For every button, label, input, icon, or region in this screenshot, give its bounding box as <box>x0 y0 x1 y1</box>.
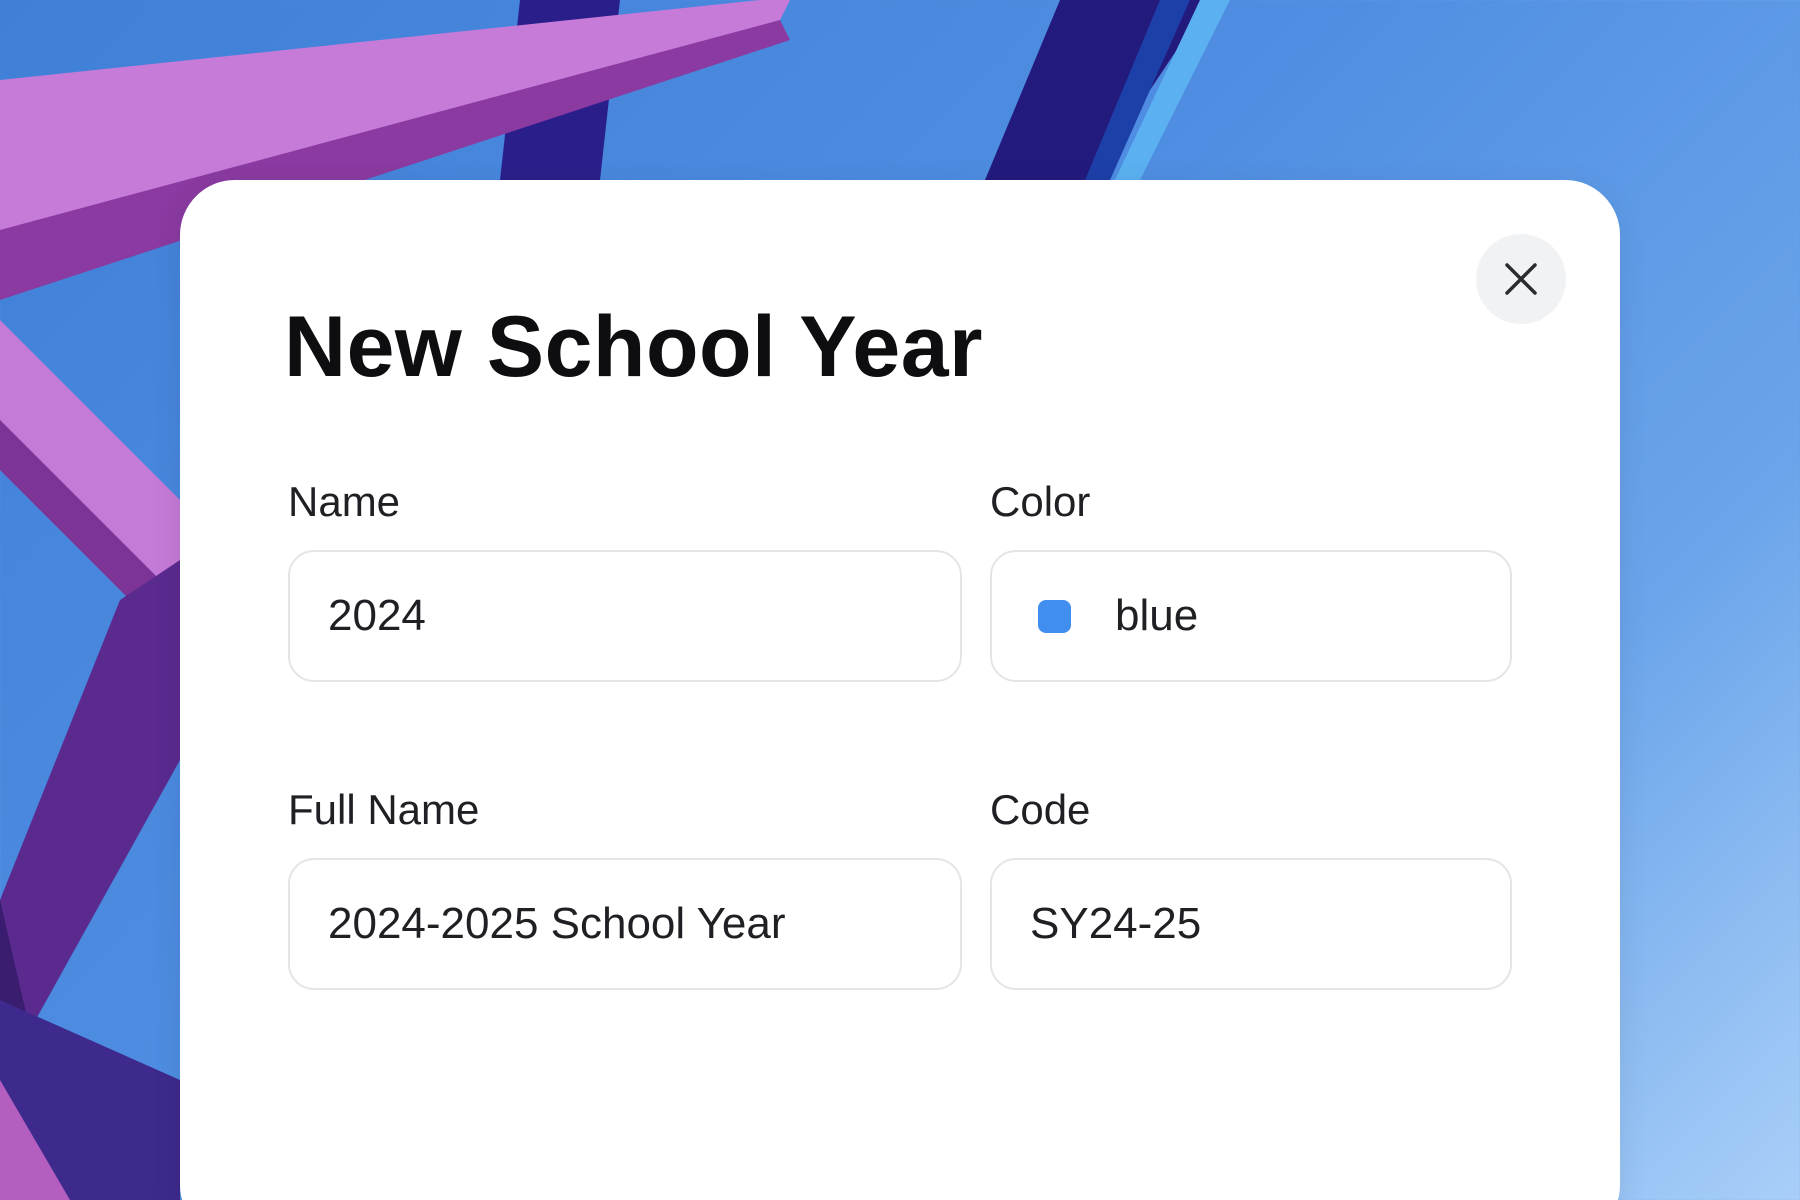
code-input[interactable]: SY24-25 <box>990 858 1512 990</box>
full-name-input[interactable]: 2024-2025 School Year <box>288 858 962 990</box>
new-school-year-dialog: New School Year Name 2024 Color blue Ful… <box>180 180 1620 1200</box>
name-label: Name <box>288 478 401 525</box>
code-input-value: SY24-25 <box>1030 899 1202 948</box>
color-label: Color <box>990 478 1091 525</box>
name-input-value: 2024 <box>328 591 426 640</box>
full-name-input-value: 2024-2025 School Year <box>328 899 786 948</box>
close-icon <box>1505 263 1537 295</box>
color-select[interactable]: blue <box>990 550 1512 682</box>
close-button[interactable] <box>1476 234 1566 324</box>
color-select-value: blue <box>1115 591 1199 640</box>
dialog-title: New School Year <box>284 299 983 395</box>
code-label: Code <box>990 786 1091 833</box>
full-name-label: Full Name <box>288 786 480 833</box>
color-swatch <box>1038 599 1071 633</box>
name-input[interactable]: 2024 <box>288 550 962 682</box>
